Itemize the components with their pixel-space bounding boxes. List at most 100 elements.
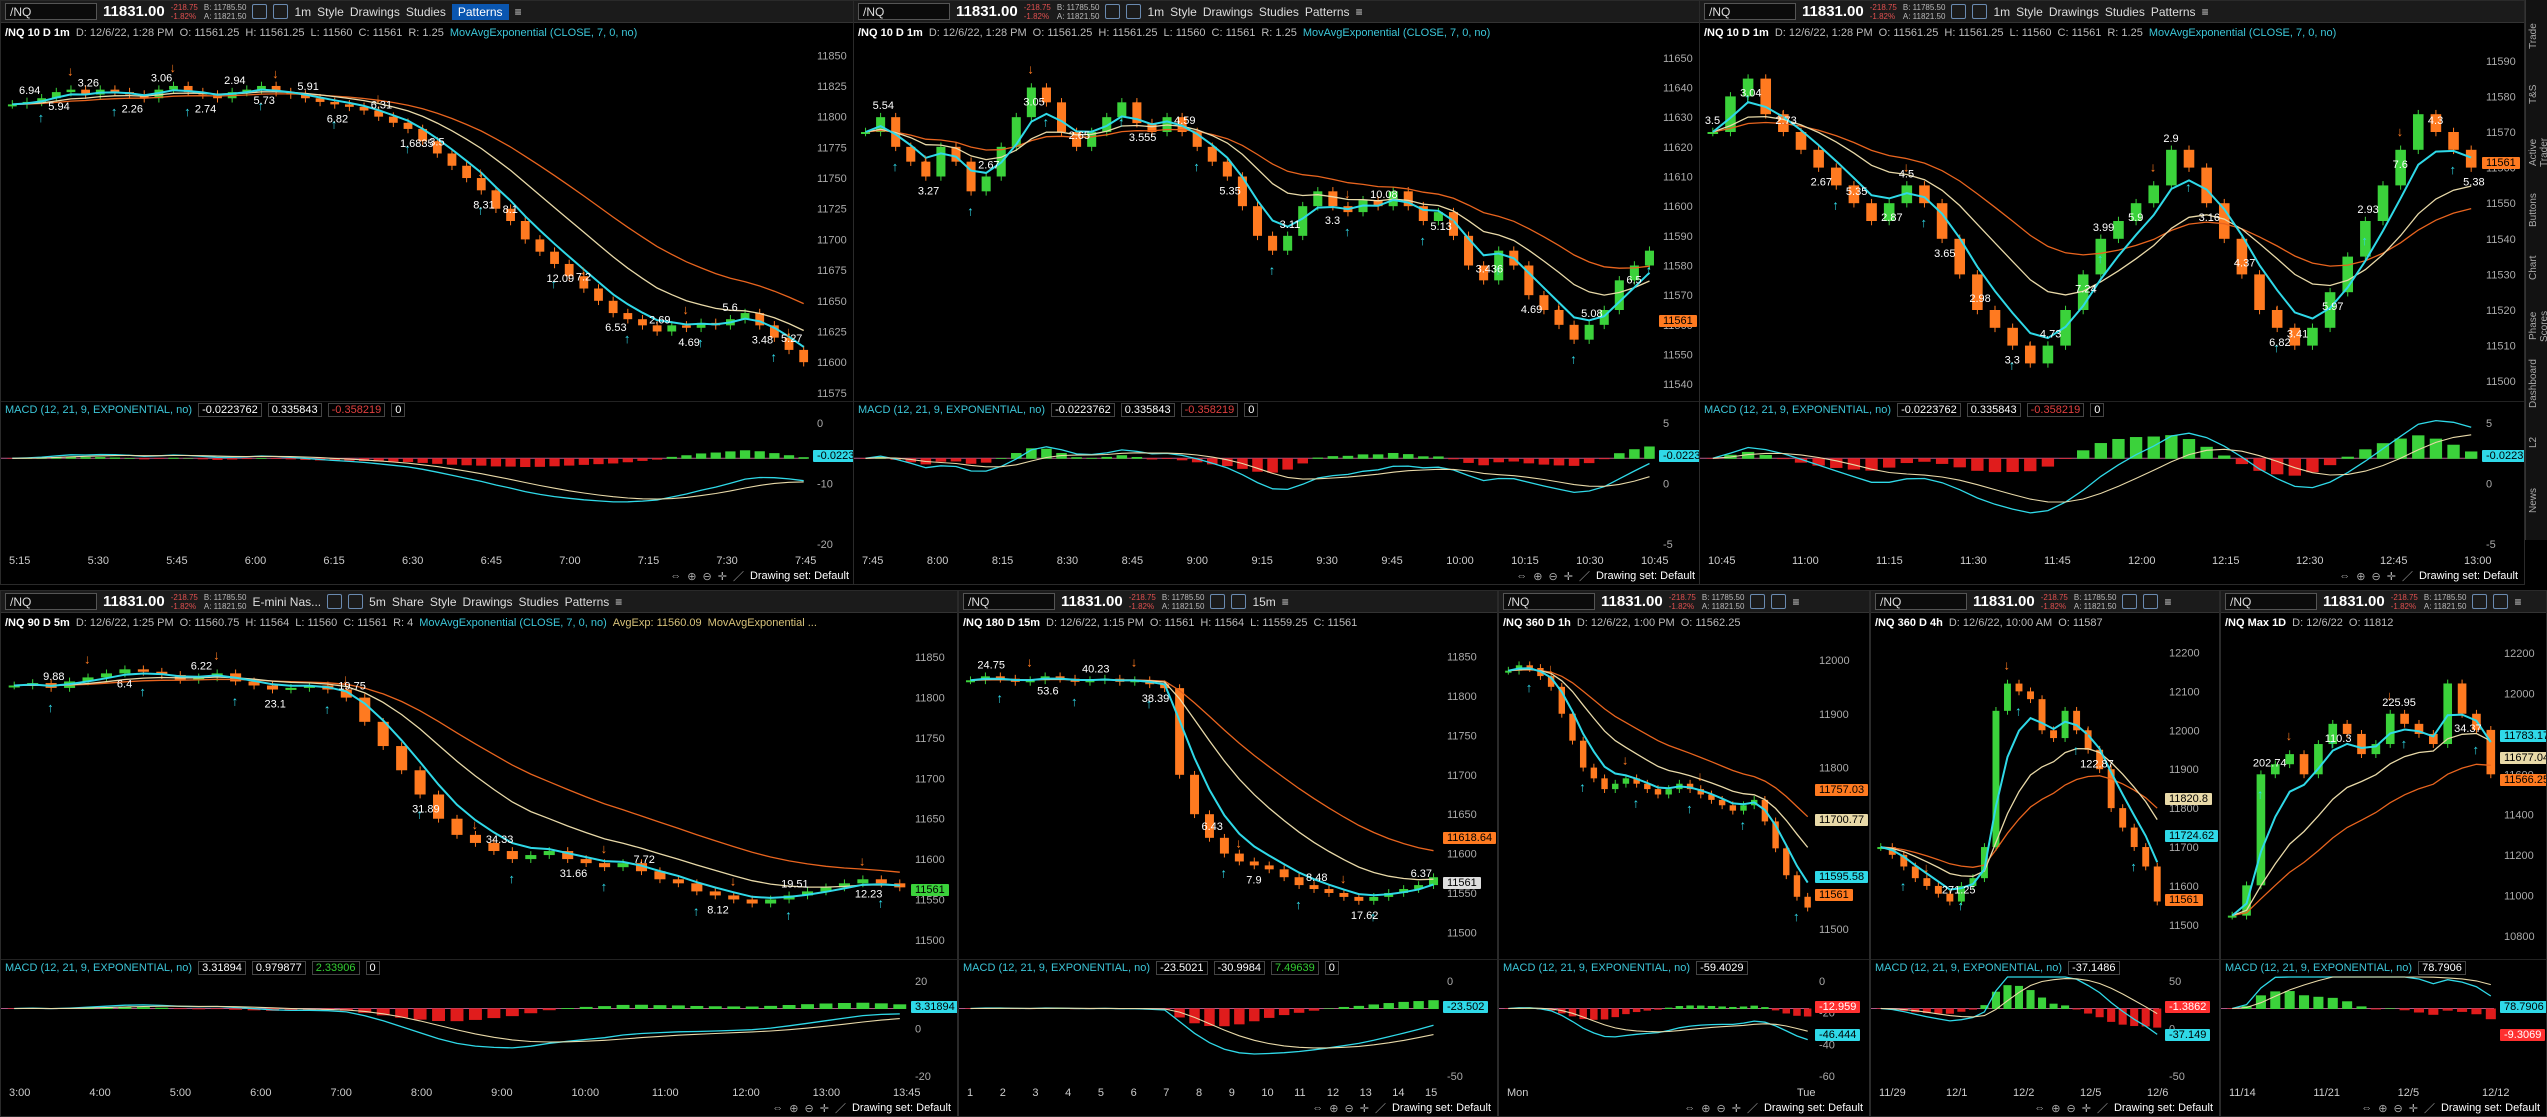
macd-histogram-bar [1297,458,1309,464]
pan-icon[interactable]: ⇔ [772,1102,783,1114]
price-chart[interactable]: 1159011580115701156011550115401153011520… [1700,1,2525,585]
draw-icon[interactable]: ／ [1579,568,1590,584]
sidebar-tab-l2[interactable]: L2 [2528,414,2546,470]
macd-histogram-bar [798,457,809,459]
zoom-in-icon[interactable]: ⊕ [2378,1102,2387,1115]
zoom-in-icon[interactable]: ⊕ [789,1102,798,1115]
macd-histogram-bar [256,457,267,459]
drawing-set-label[interactable]: Drawing set: Default [2419,570,2518,582]
y-axis-tick: 11750 [1447,730,1477,742]
drawing-set-label[interactable]: Drawing set: Default [1392,1102,1491,1114]
zoom-in-icon[interactable]: ⊕ [687,570,696,583]
signal-up-arrow: ↑ [184,104,191,119]
crosshair-icon[interactable]: ✛ [718,570,727,583]
y-axis-tick: 11700 [817,234,847,246]
chart-panel-1: /NQ 11831.00 -218.75 -1.82% B: 11785.50 A: 11… [0,0,856,585]
sidebar-tab-news[interactable]: News [2528,472,2546,528]
macd-title[interactable]: MACD (12, 21, 9, EXPONENTIAL, no) [858,404,1045,416]
pan-icon[interactable]: ⇔ [2361,1102,2372,1114]
drawing-set-label[interactable]: Drawing set: Default [852,1102,951,1114]
bar-annotation: 8.48 [1306,872,1327,884]
macd-title[interactable]: MACD (12, 21, 9, EXPONENTIAL, no) [5,404,192,416]
pan-icon[interactable]: ⇔ [670,570,681,582]
x-axis-tick: 5:30 [88,555,109,567]
sidebar-tab-phase-scores[interactable]: Phase Scores [2528,298,2547,354]
zoom-out-icon[interactable]: ⊖ [703,570,712,583]
macd-title[interactable]: MACD (12, 21, 9, EXPONENTIAL, no) [1503,962,1690,974]
zoom-in-icon[interactable]: ⊕ [1701,1102,1710,1115]
macd-histogram-bar [1383,1003,1394,1009]
draw-icon[interactable]: ／ [733,568,744,584]
drawing-set-label[interactable]: Drawing set: Default [1764,1102,1863,1114]
candle-body [2142,847,2150,867]
draw-icon[interactable]: ／ [2402,568,2413,584]
macd-zero: 0 [365,960,380,975]
y-axis-tick: 11500 [1447,927,1477,939]
zoom-in-icon[interactable]: ⊕ [1329,1102,1338,1115]
x-axis-tick: 6 [1131,1087,1137,1099]
crosshair-icon[interactable]: ✛ [820,1102,829,1115]
zoom-out-icon[interactable]: ⊖ [1717,1102,1726,1115]
draw-icon[interactable]: ／ [835,1100,846,1116]
macd-title[interactable]: MACD (12, 21, 9, EXPONENTIAL, no) [963,962,1150,974]
sidebar-tab-trade[interactable]: Trade [2528,8,2546,64]
macd-histogram-bar [1428,1000,1439,1009]
zoom-out-icon[interactable]: ⊖ [2372,570,2381,583]
crosshair-icon[interactable]: ✛ [1360,1102,1369,1115]
x-axis-tick: 10:15 [1511,555,1539,567]
x-axis-tick: 8:00 [411,1087,432,1099]
draw-icon[interactable]: ／ [2424,1100,2435,1116]
macd-title[interactable]: MACD (12, 21, 9, EXPONENTIAL, no) [1704,404,1891,416]
zoom-in-icon[interactable]: ⊕ [2356,570,2365,583]
pan-icon[interactable]: ⇔ [1516,570,1527,582]
macd-histogram-bar [561,1008,575,1009]
crosshair-icon[interactable]: ✛ [1732,1102,1741,1115]
pan-icon[interactable]: ⇔ [2339,570,2350,582]
sidebar-tab-chart[interactable]: Chart [2528,240,2546,296]
sidebar-tab-buttons[interactable]: Buttons [2528,182,2546,238]
macd-title[interactable]: MACD (12, 21, 9, EXPONENTIAL, no) [1875,962,2062,974]
macd-histogram-bar [95,457,106,459]
zoom-out-icon[interactable]: ⊖ [805,1102,814,1115]
candle-body [66,89,76,93]
price-chart[interactable]: 1185011800117501170011650116001155011500… [1,591,958,1117]
drawing-set-label[interactable]: Drawing set: Default [750,570,849,582]
signal-up-arrow: ↑ [2257,786,2264,801]
drawing-set-label[interactable]: Drawing set: Default [2114,1102,2213,1114]
price-chart[interactable]: 11650 11640 11630 11620 11610 11600 11590 11580… [854,1,1702,585]
x-axis-tick: 11/29 [1879,1087,1906,1099]
bar-annotation: 6.5 [1626,275,1641,287]
zoom-in-icon[interactable]: ⊕ [2051,1102,2060,1115]
zoom-out-icon[interactable]: ⊖ [1345,1102,1354,1115]
macd-title[interactable]: MACD (12, 21, 9, EXPONENTIAL, no) [2225,962,2412,974]
price-tag: 11700.77 [1815,814,1869,826]
sidebar-tab-dashboard[interactable]: Dashboard [2528,356,2546,412]
crosshair-icon[interactable]: ✛ [2082,1102,2091,1115]
draw-icon[interactable]: ／ [2097,1100,2108,1116]
price-chart[interactable]: 1185011800117501170011650116001155011500… [959,591,1498,1117]
macd-histogram-bar [124,458,135,459]
crosshair-icon[interactable]: ✛ [2387,570,2396,583]
signal-up-arrow: ↑ [1645,263,1652,278]
price-chart[interactable]: 11850 11825 11800 11775 11750 11725 11700 11675… [1,1,856,585]
drawing-set-label[interactable]: Drawing set: Default [2441,1102,2540,1114]
zoom-out-icon[interactable]: ⊖ [1549,570,1558,583]
pan-icon[interactable]: ⇔ [1312,1102,1323,1114]
zoom-out-icon[interactable]: ⊖ [2394,1102,2403,1115]
signal-down-arrow: ↓ [1622,752,1629,767]
crosshair-icon[interactable]: ✛ [2409,1102,2418,1115]
sidebar-tab-t-s[interactable]: T&S [2528,66,2546,122]
crosshair-icon[interactable]: ✛ [1564,570,1573,583]
macd-histogram-bar [1418,456,1429,459]
price-chart[interactable]: 1220012000118001160011400112001100010800… [2221,591,2547,1117]
draw-icon[interactable]: ／ [1747,1100,1758,1116]
pan-icon[interactable]: ⇔ [2034,1102,2045,1114]
zoom-in-icon[interactable]: ⊕ [1533,570,1542,583]
zoom-out-icon[interactable]: ⊖ [2067,1102,2076,1115]
sidebar-tab-active-trader[interactable]: Active Trader [2528,124,2547,180]
bar-annotation: 2.26 [122,104,143,116]
drawing-set-label[interactable]: Drawing set: Default [1596,570,1695,582]
draw-icon[interactable]: ／ [1375,1100,1386,1116]
macd-title[interactable]: MACD (12, 21, 9, EXPONENTIAL, no) [5,962,192,974]
pan-icon[interactable]: ⇔ [1684,1102,1695,1114]
